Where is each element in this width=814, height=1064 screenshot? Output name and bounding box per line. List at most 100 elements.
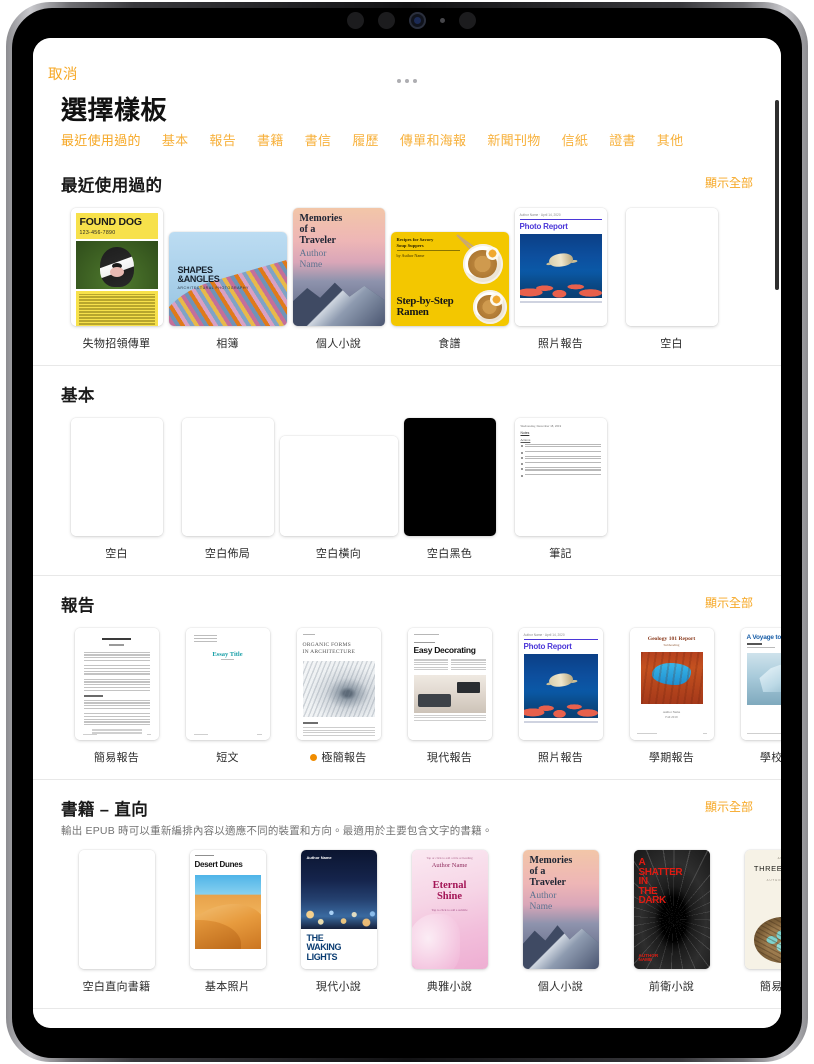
template-thumbnail-wrap: A NovelTHREE TALESAUTHOR NAME bbox=[744, 850, 781, 969]
template-thumbnail[interactable]: A Voyage to bbox=[740, 628, 781, 740]
template-tile[interactable]: 簡易報告 bbox=[61, 628, 172, 765]
show-all-link[interactable]: 顯示全部 bbox=[705, 1025, 753, 1028]
template-thumbnail[interactable]: Memories of a Traveler Author Name bbox=[522, 850, 599, 969]
template-thumbnail-wrap bbox=[625, 208, 718, 326]
template-thumbnail-wrap: Memories of a Traveler Author Name bbox=[292, 208, 385, 326]
template-label: 現代報告 bbox=[427, 749, 472, 765]
template-tile[interactable]: 空白 bbox=[616, 208, 727, 351]
template-tile[interactable]: 空白橫向 bbox=[279, 436, 398, 561]
template-gallery[interactable]: 最近使用過的 顯示全部 FOUND DOG 123-456-7890 失物招領傳單 SHA… bbox=[33, 156, 781, 1028]
template-thumbnail[interactable]: A SHATTER IN THE DARK AUTHOR NAME bbox=[633, 850, 710, 969]
template-label-text: 前衛小說 bbox=[648, 981, 695, 993]
template-thumbnail[interactable] bbox=[279, 436, 398, 536]
template-thumbnail[interactable]: Essay Title bbox=[185, 628, 270, 740]
template-tile[interactable]: Memories of a Traveler Author Name 個人小說 bbox=[283, 208, 394, 351]
section-recent: 最近使用過的 顯示全部 FOUND DOG 123-456-7890 失物招領傳單 SHA… bbox=[33, 156, 781, 365]
template-row: 簡易報告 Essay Title 短文 ORGANIC FORMS IN ARCHITE… bbox=[61, 628, 781, 779]
show-all-link[interactable]: 顯示全部 bbox=[705, 172, 753, 191]
cancel-button[interactable]: 取消 bbox=[48, 63, 78, 84]
template-thumbnail[interactable] bbox=[78, 850, 155, 969]
template-thumbnail[interactable]: Author Name · April 14, 2020 Photo Report bbox=[518, 628, 603, 740]
tab-0[interactable]: 最近使用過的 bbox=[61, 130, 141, 149]
tab-8[interactable]: 信紙 bbox=[562, 130, 589, 149]
template-tile[interactable]: Desert Dunes 基本照片 bbox=[172, 850, 283, 994]
template-tile[interactable]: A Voyage to 學校報告 bbox=[727, 628, 781, 765]
template-label-text: 空白 bbox=[660, 338, 683, 350]
template-thumbnail-wrap: Desert Dunes bbox=[189, 850, 266, 969]
template-thumbnail[interactable]: Desert Dunes bbox=[189, 850, 266, 969]
template-thumbnail[interactable]: Author Name THE WAKING LIGHTS bbox=[300, 850, 377, 969]
template-tile[interactable]: SHAPES &ANGLES ARCHITECTURAL PHOTOGRAPHY 相簿 bbox=[168, 232, 287, 351]
template-tile[interactable]: Essay Title 短文 bbox=[172, 628, 283, 765]
template-thumbnail[interactable] bbox=[70, 418, 163, 536]
template-thumbnail[interactable]: Author Name · April 14, 2020 Photo Report bbox=[514, 208, 607, 326]
template-tile[interactable]: 空白佈局 bbox=[172, 418, 283, 561]
tab-2[interactable]: 報告 bbox=[209, 130, 236, 149]
template-tile[interactable]: Author Name THE WAKING LIGHTS 現代小說 bbox=[283, 850, 394, 994]
template-tile[interactable]: Author Name · April 14, 2020 Photo Report… bbox=[505, 628, 616, 765]
template-label-text: 簡易報告 bbox=[93, 752, 140, 764]
template-tile[interactable]: 空白直向書籍 bbox=[61, 850, 172, 994]
template-thumbnail[interactable] bbox=[625, 208, 718, 326]
template-tile[interactable]: A SHATTER IN THE DARK AUTHOR NAME 前衛小說 bbox=[616, 850, 727, 994]
template-thumbnail[interactable]: Geology 101 Report Subheading Author Name F… bbox=[629, 628, 714, 740]
template-thumbnail[interactable]: SHAPES &ANGLES ARCHITECTURAL PHOTOGRAPHY bbox=[168, 232, 287, 326]
show-all-link[interactable]: 顯示全部 bbox=[705, 592, 753, 611]
section-header-text: 最近使用過的 bbox=[61, 172, 162, 196]
tab-9[interactable]: 證書 bbox=[609, 130, 636, 149]
template-label-text: 空白黑色 bbox=[426, 548, 473, 560]
tab-4[interactable]: 書信 bbox=[305, 130, 332, 149]
template-tile[interactable]: Wednesday, December 18, 2019 Notes Actions… bbox=[505, 418, 616, 561]
sensor-dot-icon bbox=[377, 11, 395, 29]
tab-6[interactable]: 傳單和海報 bbox=[400, 130, 467, 149]
tab-3[interactable]: 書籍 bbox=[257, 130, 284, 149]
template-tile[interactable]: Memories of a Traveler Author Name 個人小說 bbox=[505, 850, 616, 994]
section-header: 書籍 – 直向 輸出 EPUB 時可以重新編排內容以適應不同的裝置和方向。最適用於… bbox=[61, 780, 753, 838]
template-thumbnail[interactable]: Tap or click to add a title or heading Au… bbox=[411, 850, 488, 969]
template-label: 食譜 bbox=[438, 335, 461, 351]
template-tile[interactable]: Geology 101 Report Subheading Author Name F… bbox=[616, 628, 727, 765]
section-title: 書籍 – 直向 bbox=[61, 801, 149, 819]
template-thumbnail[interactable] bbox=[74, 628, 159, 740]
template-tile[interactable]: Author Name · April 14, 2020 Photo Report… bbox=[505, 208, 616, 351]
template-label: 學校報告 bbox=[760, 749, 781, 765]
template-thumbnail[interactable] bbox=[181, 418, 274, 536]
show-all-link[interactable]: 顯示全部 bbox=[705, 796, 753, 815]
template-tile[interactable]: ORGANIC FORMS IN ARCHITECTURE 極簡報告 bbox=[283, 628, 394, 765]
tab-5[interactable]: 履歷 bbox=[352, 130, 379, 149]
template-thumbnail-wrap: SHAPES &ANGLES ARCHITECTURAL PHOTOGRAPHY bbox=[168, 232, 287, 326]
template-tile[interactable]: Easy Decorating 現代報告 bbox=[394, 628, 505, 765]
template-thumbnail[interactable]: ORGANIC FORMS IN ARCHITECTURE bbox=[296, 628, 381, 740]
ambient-light-sensor-icon bbox=[439, 17, 445, 23]
category-tab-bar[interactable]: 最近使用過的 基本 報告 書籍 書信 履歷 傳單和海報 新聞刊物 信紙 證書 其他 bbox=[61, 130, 761, 149]
template-tile[interactable]: 空白黑色 bbox=[394, 418, 505, 561]
sheet-drag-handle-icon[interactable] bbox=[33, 79, 781, 83]
template-thumbnail[interactable]: Easy Decorating bbox=[407, 628, 492, 740]
tab-10[interactable]: 其他 bbox=[657, 130, 684, 149]
template-tile[interactable]: Recipes for Savory Soup Suppers by Author … bbox=[390, 232, 509, 351]
template-label-text: 筆記 bbox=[549, 548, 572, 560]
tab-7[interactable]: 新聞刊物 bbox=[487, 130, 540, 149]
template-thumbnail[interactable] bbox=[403, 418, 496, 536]
template-label-text: 學期報告 bbox=[648, 752, 695, 764]
vertical-scrollbar[interactable] bbox=[775, 100, 779, 290]
template-thumbnail[interactable]: A NovelTHREE TALESAUTHOR NAME bbox=[744, 850, 781, 969]
template-label: 基本照片 bbox=[205, 978, 250, 994]
template-label-text: 失物招領傳單 bbox=[82, 338, 151, 350]
template-label-text: 典雅小說 bbox=[426, 981, 473, 993]
template-thumbnail-wrap: Geology 101 Report Subheading Author Name F… bbox=[629, 628, 714, 740]
template-thumbnail-wrap: FOUND DOG 123-456-7890 bbox=[70, 208, 163, 326]
template-tile[interactable]: Tap or click to add a title or heading Au… bbox=[394, 850, 505, 994]
tab-1[interactable]: 基本 bbox=[162, 130, 189, 149]
template-thumbnail[interactable]: Memories of a Traveler Author Name bbox=[292, 208, 385, 326]
template-thumbnail[interactable]: FOUND DOG 123-456-7890 bbox=[70, 208, 163, 326]
template-tile[interactable]: A NovelTHREE TALESAUTHOR NAME 簡易小說 bbox=[727, 850, 781, 994]
template-label-text: 個人小說 bbox=[537, 981, 584, 993]
template-thumbnail[interactable]: Recipes for Savory Soup Suppers by Author … bbox=[390, 232, 509, 326]
template-thumbnail-wrap bbox=[74, 628, 159, 740]
template-label: 現代小說 bbox=[316, 978, 361, 994]
template-tile[interactable]: 空白 bbox=[61, 418, 172, 561]
template-thumbnail-wrap bbox=[70, 418, 163, 536]
template-thumbnail[interactable]: Wednesday, December 18, 2019 Notes Actions bbox=[514, 418, 607, 536]
template-tile[interactable]: FOUND DOG 123-456-7890 失物招領傳單 bbox=[61, 208, 172, 351]
